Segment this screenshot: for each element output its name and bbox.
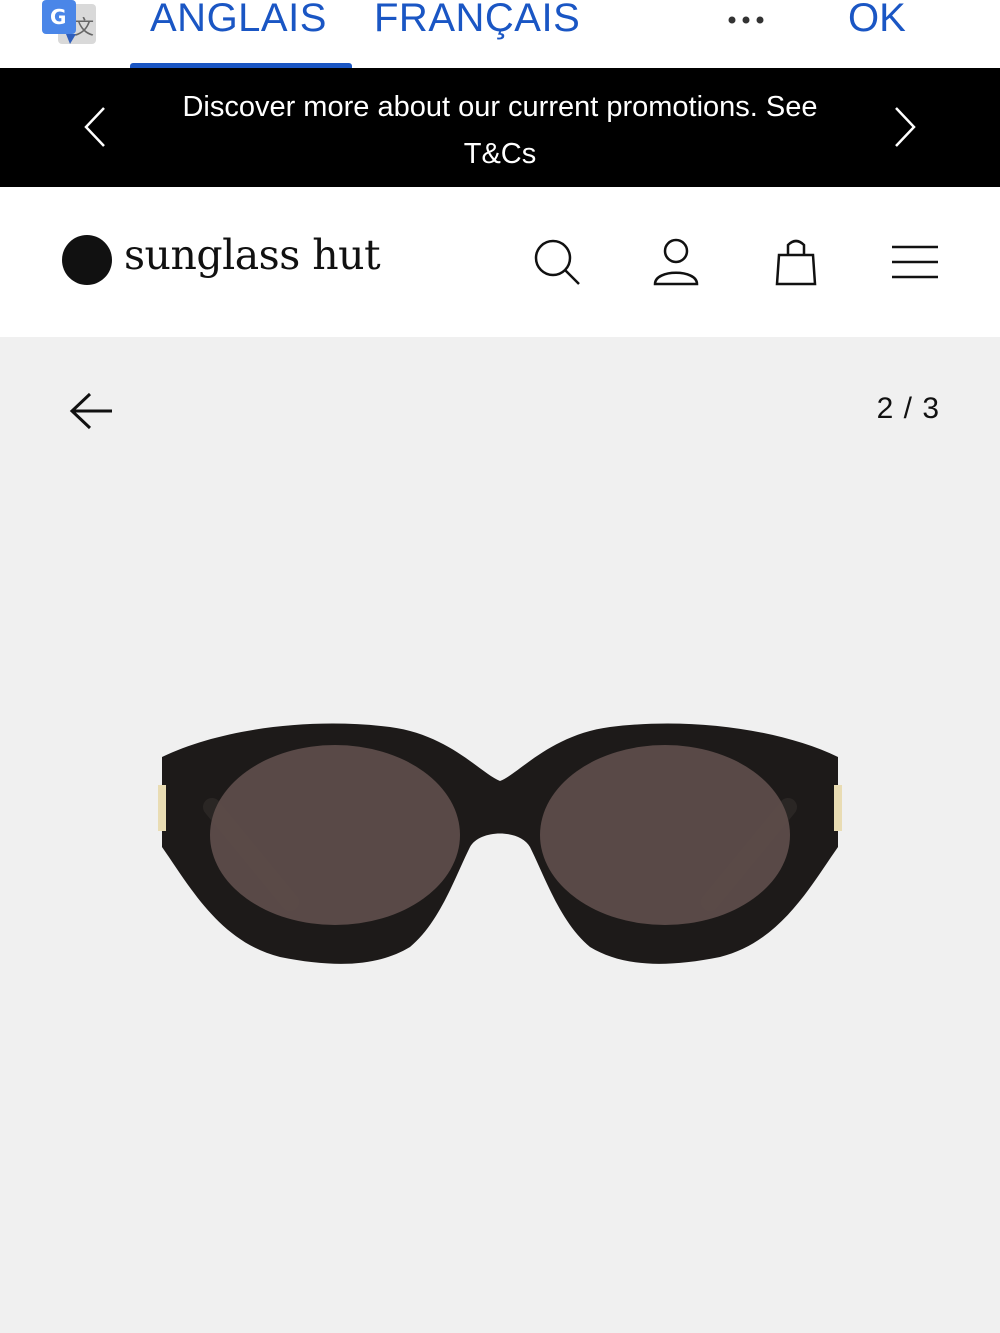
logo-dot-icon[interactable] bbox=[62, 235, 112, 285]
site-logo[interactable]: sunglass hut bbox=[124, 227, 381, 283]
user-icon[interactable] bbox=[651, 237, 701, 287]
svg-text:G: G bbox=[50, 5, 66, 29]
promo-text[interactable]: Discover more about our current promotio… bbox=[150, 84, 850, 178]
google-translate-icon[interactable]: 文 G bbox=[42, 0, 98, 46]
sunglasses-product-image[interactable] bbox=[150, 717, 850, 977]
tab-source-language[interactable]: ANGLAIS bbox=[150, 0, 327, 46]
chevron-left-icon[interactable] bbox=[82, 104, 110, 150]
svg-text:文: 文 bbox=[74, 15, 94, 39]
tab-target-language[interactable]: FRANÇAIS bbox=[374, 0, 580, 46]
product-gallery[interactable]: 2 / 3 bbox=[0, 337, 1000, 1333]
translate-bar: 文 G ANGLAIS FRANÇAIS OK bbox=[0, 0, 1000, 68]
arrow-left-icon[interactable] bbox=[68, 391, 116, 431]
ok-button[interactable]: OK bbox=[848, 0, 906, 46]
image-counter: 2 / 3 bbox=[876, 392, 940, 425]
hamburger-menu-icon[interactable] bbox=[890, 237, 940, 287]
more-options-icon[interactable] bbox=[726, 8, 766, 32]
search-icon[interactable] bbox=[532, 237, 582, 287]
promo-banner: Discover more about our current promotio… bbox=[0, 68, 1000, 187]
chevron-right-icon[interactable] bbox=[890, 104, 918, 150]
shopping-bag-icon[interactable] bbox=[771, 237, 821, 287]
site-header: sunglass hut bbox=[0, 187, 1000, 337]
